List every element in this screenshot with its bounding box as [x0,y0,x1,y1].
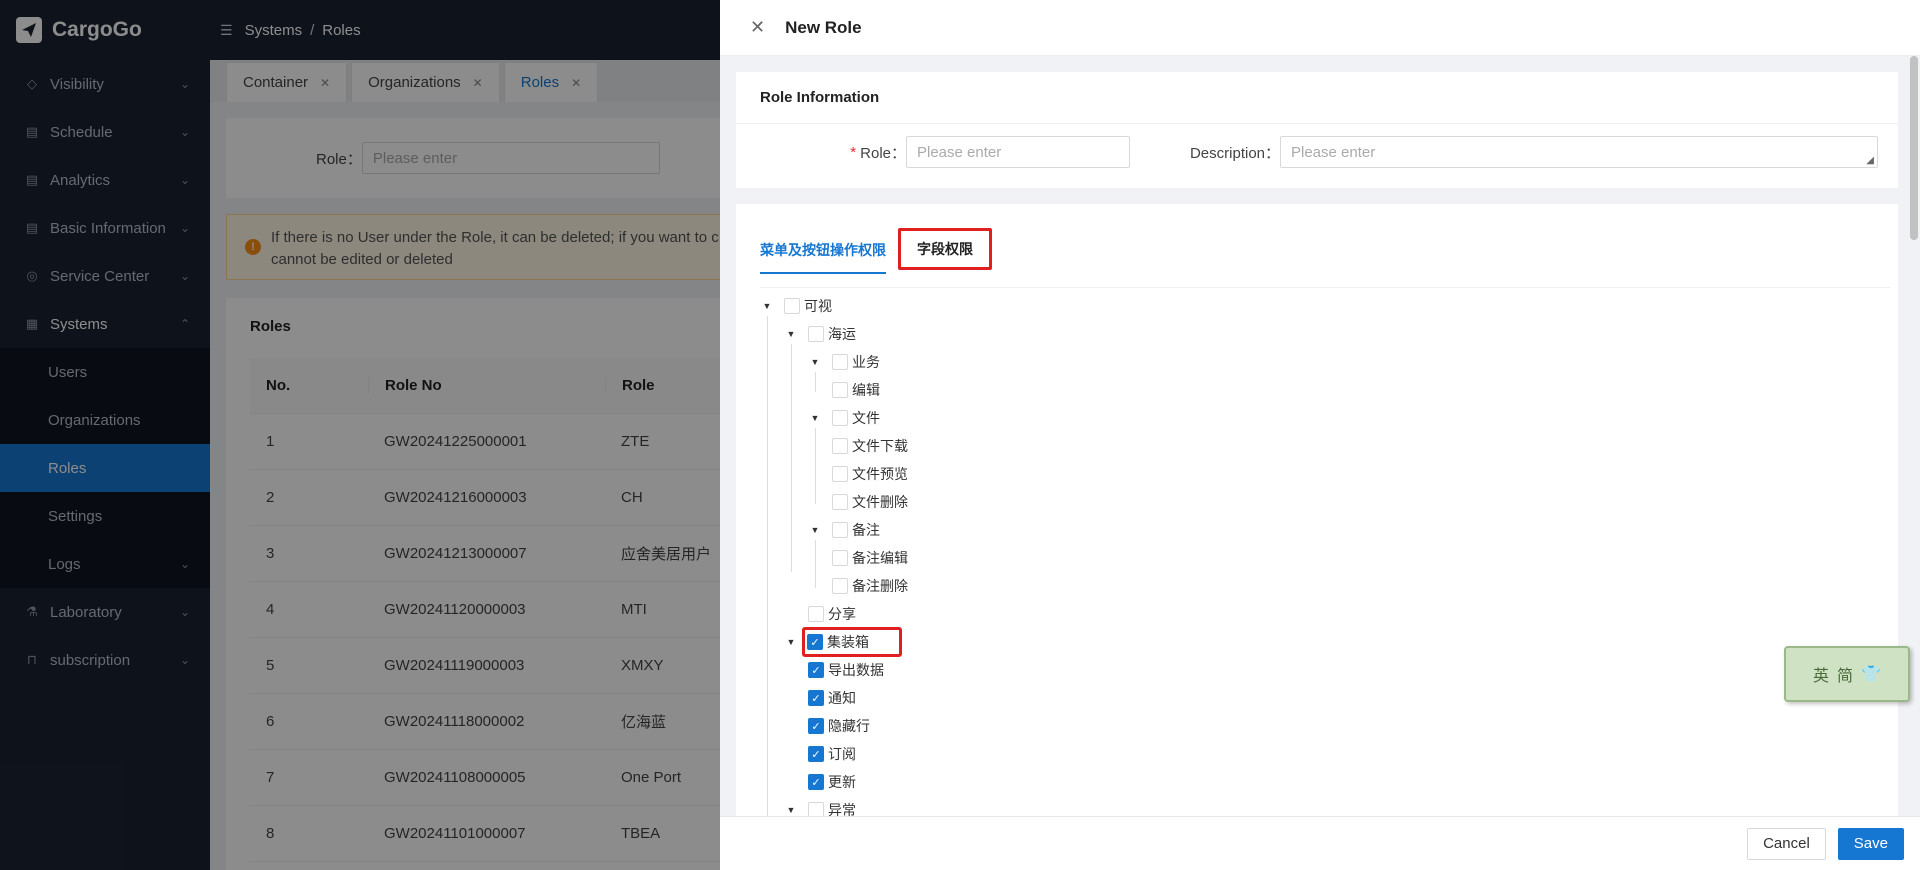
description-input[interactable]: Please enter ◢ [1280,136,1878,168]
tree-node-label: 集装箱 [827,634,869,650]
tree-node-label: 文件下载 [852,438,908,454]
drawer-title: New Role [785,17,862,37]
tree-node[interactable]: ▼✓隐藏行 [760,712,908,740]
tree-node[interactable]: ▼✓订阅 [760,740,908,768]
section-title: Role Information [736,72,1898,124]
tree-node-label: 更新 [828,774,856,790]
role-information-card: Role Information * Role： Please enter Des… [736,72,1898,188]
caret-down-icon[interactable]: ▼ [808,525,822,535]
tree-node[interactable]: ▼分享 [760,600,908,628]
tree-node[interactable]: ▼✓导出数据 [760,656,908,684]
tree-node-label: 海运 [828,326,856,342]
checkbox-checked[interactable]: ✓ [808,774,824,790]
checkbox[interactable] [832,410,848,426]
tree-node-label: 备注 [852,522,880,538]
tree-node[interactable]: ▼文件预览 [760,460,908,488]
caret-down-icon[interactable]: ▼ [808,357,822,367]
placeholder: Please enter [917,143,1002,161]
required-mark: * [850,143,857,161]
close-icon[interactable]: ✕ [750,17,765,38]
checkbox-checked[interactable]: ✓ [808,746,824,762]
tree-node-label: 业务 [852,354,880,370]
checkbox-checked[interactable]: ✓ [808,718,824,734]
checkbox[interactable] [832,494,848,510]
drawer-footer: Cancel Save [720,816,1920,870]
scrollbar[interactable] [1910,56,1918,240]
tree-node[interactable]: ▼✓通知 [760,684,908,712]
tree-node-label: 备注编辑 [852,550,908,566]
checkbox[interactable] [832,578,848,594]
caret-down-icon[interactable]: ▼ [808,413,822,423]
tree-node-label: 可视 [804,298,832,314]
tree-node[interactable]: ▼ ✓ 集装箱 [760,627,908,657]
role-label-text: Role： [860,144,906,162]
checkbox[interactable] [832,466,848,482]
checkbox[interactable] [832,382,848,398]
permissions-card: 菜单及按钮操作权限 字段权限 ▼可视 ▼海运 ▼业务 ▼编辑 ▼文件 ▼文件下载… [736,204,1898,820]
tree-node[interactable]: ▼备注编辑 [760,544,908,572]
tree-node-label: 文件删除 [852,494,908,510]
tree-node[interactable]: ▼备注删除 [760,572,908,600]
tree-node[interactable]: ▼ 备注 [760,516,908,544]
tree-node[interactable]: ▼ 文件 [760,404,908,432]
description-label-text: Description： [1189,144,1280,162]
caret-down-icon[interactable]: ▼ [784,805,798,815]
tree-node-label: 文件预览 [852,466,908,482]
checkbox[interactable] [832,438,848,454]
tree-node-label: 导出数据 [828,662,884,678]
tree-node[interactable]: ▼✓更新 [760,768,908,796]
tree-node[interactable]: ▼文件删除 [760,488,908,516]
tab-field-permissions[interactable]: 字段权限 [898,228,992,270]
tree-node[interactable]: ▼ 海运 [760,320,908,348]
highlight-box: ✓ 集装箱 [802,627,902,657]
caret-down-icon[interactable]: ▼ [784,329,798,339]
drawer-mask[interactable] [0,0,720,870]
tree-node[interactable]: ▼ 业务 [760,348,908,376]
checkbox-checked[interactable]: ✓ [807,634,823,650]
tree-node-label: 备注删除 [852,578,908,594]
tree-node[interactable]: ▼编辑 [760,376,908,404]
shirt-icon: 👕 [1861,666,1881,683]
permission-tabs: 菜单及按钮操作权限 字段权限 [760,222,1890,288]
permission-tree: ▼可视 ▼海运 ▼业务 ▼编辑 ▼文件 ▼文件下载 ▼文件预览 ▼文件删除 ▼备… [760,292,908,820]
checkbox-checked[interactable]: ✓ [808,690,824,706]
new-role-drawer: ✕ New Role Role Information * Role： Pleas… [720,0,1920,870]
role-form-row: * Role： Please enter Description： Please … [736,136,1898,170]
tree-node-label: 文件 [852,410,880,426]
description-label: Description： [1160,136,1280,168]
checkbox-checked[interactable]: ✓ [808,662,824,678]
ime-widget[interactable]: 英简 👕 [1784,646,1910,702]
save-button[interactable]: Save [1837,827,1904,860]
ime-widget-text: 英简 [1813,668,1862,685]
cancel-button[interactable]: Cancel [1747,827,1826,860]
checkbox[interactable] [784,298,800,314]
tree-node-label: 订阅 [828,746,856,762]
tree-node[interactable]: ▼文件下载 [760,432,908,460]
caret-down-icon[interactable]: ▼ [784,637,798,647]
checkbox[interactable] [808,606,824,622]
tree-node-label: 通知 [828,690,856,706]
checkbox[interactable] [832,550,848,566]
placeholder: Please enter [1291,143,1376,161]
tree-node-label: 隐藏行 [828,718,870,734]
resize-handle-icon[interactable]: ◢ [1866,155,1874,166]
tree-node[interactable]: ▼ 可视 [760,292,908,320]
drawer-header: ✕ New Role [720,0,1920,56]
checkbox[interactable] [832,354,848,370]
caret-down-icon[interactable]: ▼ [760,301,774,311]
checkbox[interactable] [808,326,824,342]
tree-node-label: 编辑 [852,382,880,398]
role-input[interactable]: Please enter [906,136,1130,168]
tab-menu-button-permissions[interactable]: 菜单及按钮操作权限 [760,240,886,274]
checkbox[interactable] [832,522,848,538]
role-label: * Role： [736,136,906,168]
tree-node-label: 分享 [828,606,856,622]
